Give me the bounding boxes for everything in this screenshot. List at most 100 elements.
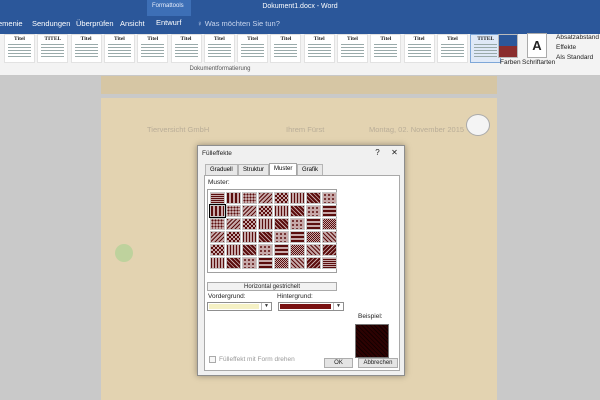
pattern-swatch[interactable] bbox=[242, 244, 257, 256]
pattern-swatch[interactable] bbox=[210, 257, 225, 269]
pattern-swatch[interactable] bbox=[322, 218, 337, 230]
pattern-swatch[interactable] bbox=[226, 244, 241, 256]
pattern-swatch[interactable] bbox=[290, 257, 305, 269]
pattern-swatch[interactable] bbox=[274, 218, 289, 230]
pattern-swatch[interactable] bbox=[226, 192, 241, 204]
pattern-swatch[interactable] bbox=[306, 205, 321, 217]
pattern-swatch[interactable] bbox=[210, 192, 225, 204]
pattern-swatch[interactable] bbox=[226, 231, 241, 243]
style-thumbnail[interactable]: Titel bbox=[237, 34, 269, 63]
dialog-title: Fülleffekte bbox=[202, 150, 232, 157]
pattern-swatch[interactable] bbox=[274, 257, 289, 269]
pattern-swatch[interactable] bbox=[242, 205, 257, 217]
style-thumbnail[interactable]: Titel bbox=[436, 34, 468, 63]
style-thumbnail[interactable]: Titel bbox=[370, 34, 402, 63]
rotate-with-shape-checkbox[interactable] bbox=[209, 356, 216, 363]
pattern-swatch[interactable] bbox=[290, 244, 305, 256]
style-thumbnail-line bbox=[307, 47, 331, 48]
colors-icon[interactable] bbox=[498, 34, 518, 58]
pattern-swatch[interactable] bbox=[258, 218, 273, 230]
pattern-swatch[interactable] bbox=[306, 192, 321, 204]
pattern-swatch[interactable] bbox=[322, 244, 337, 256]
close-icon[interactable]: ✕ bbox=[388, 148, 401, 158]
style-thumbnail[interactable]: Titel bbox=[70, 34, 102, 63]
pattern-swatch[interactable] bbox=[274, 192, 289, 204]
pattern-grid[interactable] bbox=[207, 189, 337, 273]
tab-mailings[interactable]: Sendungen bbox=[32, 19, 70, 28]
effects-button[interactable]: Effekte bbox=[556, 44, 576, 51]
pattern-swatch[interactable] bbox=[258, 205, 273, 217]
tab-pattern[interactable]: Muster bbox=[269, 163, 298, 175]
pattern-swatch[interactable] bbox=[226, 205, 241, 217]
pattern-swatch[interactable] bbox=[290, 218, 305, 230]
colors-button[interactable]: Farben bbox=[500, 59, 521, 66]
tab-gradient[interactable]: Graduell bbox=[205, 164, 238, 175]
pattern-swatch[interactable] bbox=[306, 244, 321, 256]
style-thumbnail-line bbox=[274, 50, 298, 51]
pattern-swatch[interactable] bbox=[242, 257, 257, 269]
pattern-swatch[interactable] bbox=[242, 192, 257, 204]
pattern-swatch[interactable] bbox=[274, 205, 289, 217]
pattern-swatch[interactable] bbox=[258, 257, 273, 269]
cancel-button[interactable]: Abbrechen bbox=[358, 358, 398, 368]
style-thumbnail[interactable]: TITEL bbox=[470, 34, 502, 63]
pattern-swatch[interactable] bbox=[226, 257, 241, 269]
style-thumbnail-line bbox=[107, 56, 131, 57]
ok-button[interactable]: OK bbox=[324, 358, 353, 368]
tab-design-format[interactable]: Entwurf bbox=[156, 18, 181, 27]
sample-preview bbox=[355, 324, 389, 358]
pattern-swatch[interactable] bbox=[306, 257, 321, 269]
pattern-swatch[interactable] bbox=[290, 205, 305, 217]
style-thumbnail[interactable]: Titel bbox=[170, 34, 202, 63]
previous-page-bottom bbox=[101, 76, 497, 94]
pattern-swatch[interactable] bbox=[322, 257, 337, 269]
style-thumbnail-line bbox=[274, 47, 298, 48]
pattern-swatch[interactable] bbox=[226, 218, 241, 230]
pattern-swatch[interactable] bbox=[258, 231, 273, 243]
style-thumbnail-line bbox=[274, 53, 298, 54]
fonts-icon[interactable]: A bbox=[527, 33, 547, 58]
style-thumbnail-line bbox=[440, 44, 464, 45]
pattern-swatch[interactable] bbox=[274, 231, 289, 243]
pattern-swatch[interactable] bbox=[322, 205, 337, 217]
style-thumbnail[interactable]: Titel bbox=[103, 34, 135, 63]
pattern-swatch[interactable] bbox=[290, 231, 305, 243]
tab-view[interactable]: Ansicht bbox=[120, 19, 145, 28]
pattern-swatch[interactable] bbox=[258, 192, 273, 204]
pattern-swatch[interactable] bbox=[306, 231, 321, 243]
set-default-button[interactable]: Als Standard bbox=[556, 54, 593, 61]
pattern-swatch[interactable] bbox=[242, 218, 257, 230]
pattern-swatch[interactable] bbox=[210, 244, 225, 256]
search-tell-me[interactable]: ♀ Was möchten Sie tun? bbox=[197, 19, 280, 28]
style-thumbnail[interactable]: Titel bbox=[137, 34, 169, 63]
style-thumbnail[interactable]: TITEL bbox=[37, 34, 69, 63]
pattern-swatch[interactable] bbox=[258, 244, 273, 256]
tab-design-partial[interactable]: emenie bbox=[0, 19, 23, 28]
style-thumbnail-line bbox=[8, 50, 31, 51]
style-thumbnail[interactable]: Titel bbox=[203, 34, 235, 63]
pattern-swatch[interactable] bbox=[322, 192, 337, 204]
foreground-color-picker[interactable]: ▼ bbox=[207, 302, 272, 311]
style-thumbnail-line bbox=[41, 56, 65, 57]
style-thumbnail[interactable]: Titel bbox=[4, 34, 35, 63]
paragraph-spacing-button[interactable]: Absatzabstand bbox=[556, 34, 599, 41]
tab-review[interactable]: Überprüfen bbox=[76, 19, 114, 28]
pattern-swatch[interactable] bbox=[242, 231, 257, 243]
help-icon[interactable]: ? bbox=[371, 148, 384, 158]
background-color-picker[interactable]: ▼ bbox=[278, 302, 344, 311]
tab-picture[interactable]: Grafik bbox=[297, 164, 324, 175]
style-thumbnail[interactable]: Titel bbox=[403, 34, 435, 63]
pattern-swatch[interactable] bbox=[210, 218, 225, 230]
style-thumbnail[interactable]: Titel bbox=[270, 34, 302, 63]
fonts-button[interactable]: Schriftarten bbox=[522, 59, 555, 66]
style-thumbnail[interactable]: Titel bbox=[303, 34, 335, 63]
pattern-swatch[interactable] bbox=[210, 231, 225, 243]
pattern-swatch[interactable] bbox=[290, 192, 305, 204]
style-thumbnail-title: Titel bbox=[247, 36, 259, 42]
pattern-swatch[interactable] bbox=[306, 218, 321, 230]
pattern-swatch[interactable] bbox=[274, 244, 289, 256]
pattern-swatch[interactable] bbox=[209, 204, 226, 218]
pattern-swatch[interactable] bbox=[322, 231, 337, 243]
style-thumbnail[interactable]: Titel bbox=[337, 34, 368, 63]
tab-texture[interactable]: Struktur bbox=[238, 164, 270, 175]
